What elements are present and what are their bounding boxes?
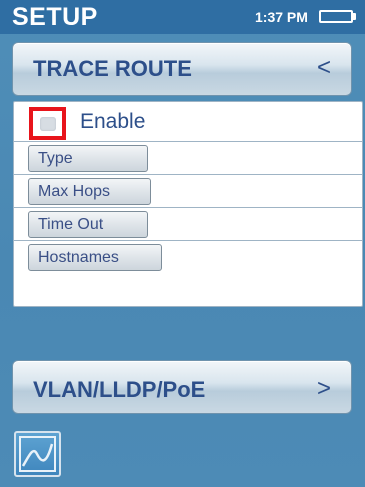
enable-checkbox[interactable]: [40, 117, 56, 131]
graph-button[interactable]: [14, 431, 61, 477]
option-row-type: Type: [14, 142, 362, 175]
enable-checkbox-highlight[interactable]: [29, 107, 66, 140]
max-hops-button[interactable]: Max Hops: [28, 178, 151, 205]
screen-title: SETUP: [12, 3, 98, 31]
type-button[interactable]: Type: [28, 145, 148, 172]
trace-route-panel: Enable Type Max Hops Time Out Hostnames: [13, 101, 363, 307]
setup-screen: SETUP 1:37 PM TRACE ROUTE < Enable Type …: [0, 0, 365, 487]
trace-route-header[interactable]: TRACE ROUTE <: [12, 42, 352, 96]
collapse-chevron-icon[interactable]: <: [317, 55, 331, 81]
expand-chevron-icon[interactable]: >: [317, 376, 331, 402]
battery-tip: [353, 13, 356, 20]
status-bar: SETUP 1:37 PM: [0, 0, 365, 34]
time-out-button[interactable]: Time Out: [28, 211, 148, 238]
enable-label: Enable: [80, 110, 146, 133]
hostnames-button[interactable]: Hostnames: [28, 244, 162, 271]
enable-row[interactable]: Enable: [14, 102, 362, 142]
graph-icon: [19, 436, 56, 472]
trace-route-title: TRACE ROUTE: [33, 56, 192, 81]
option-row-hostnames: Hostnames: [14, 241, 362, 274]
option-row-max-hops: Max Hops: [14, 175, 362, 208]
clock: 1:37 PM: [255, 9, 308, 25]
battery-icon: [319, 10, 353, 23]
option-row-time-out: Time Out: [14, 208, 362, 241]
vlan-lldp-poe-title: VLAN/LLDP/PoE: [33, 377, 206, 402]
vlan-lldp-poe-header[interactable]: VLAN/LLDP/PoE >: [12, 360, 352, 414]
